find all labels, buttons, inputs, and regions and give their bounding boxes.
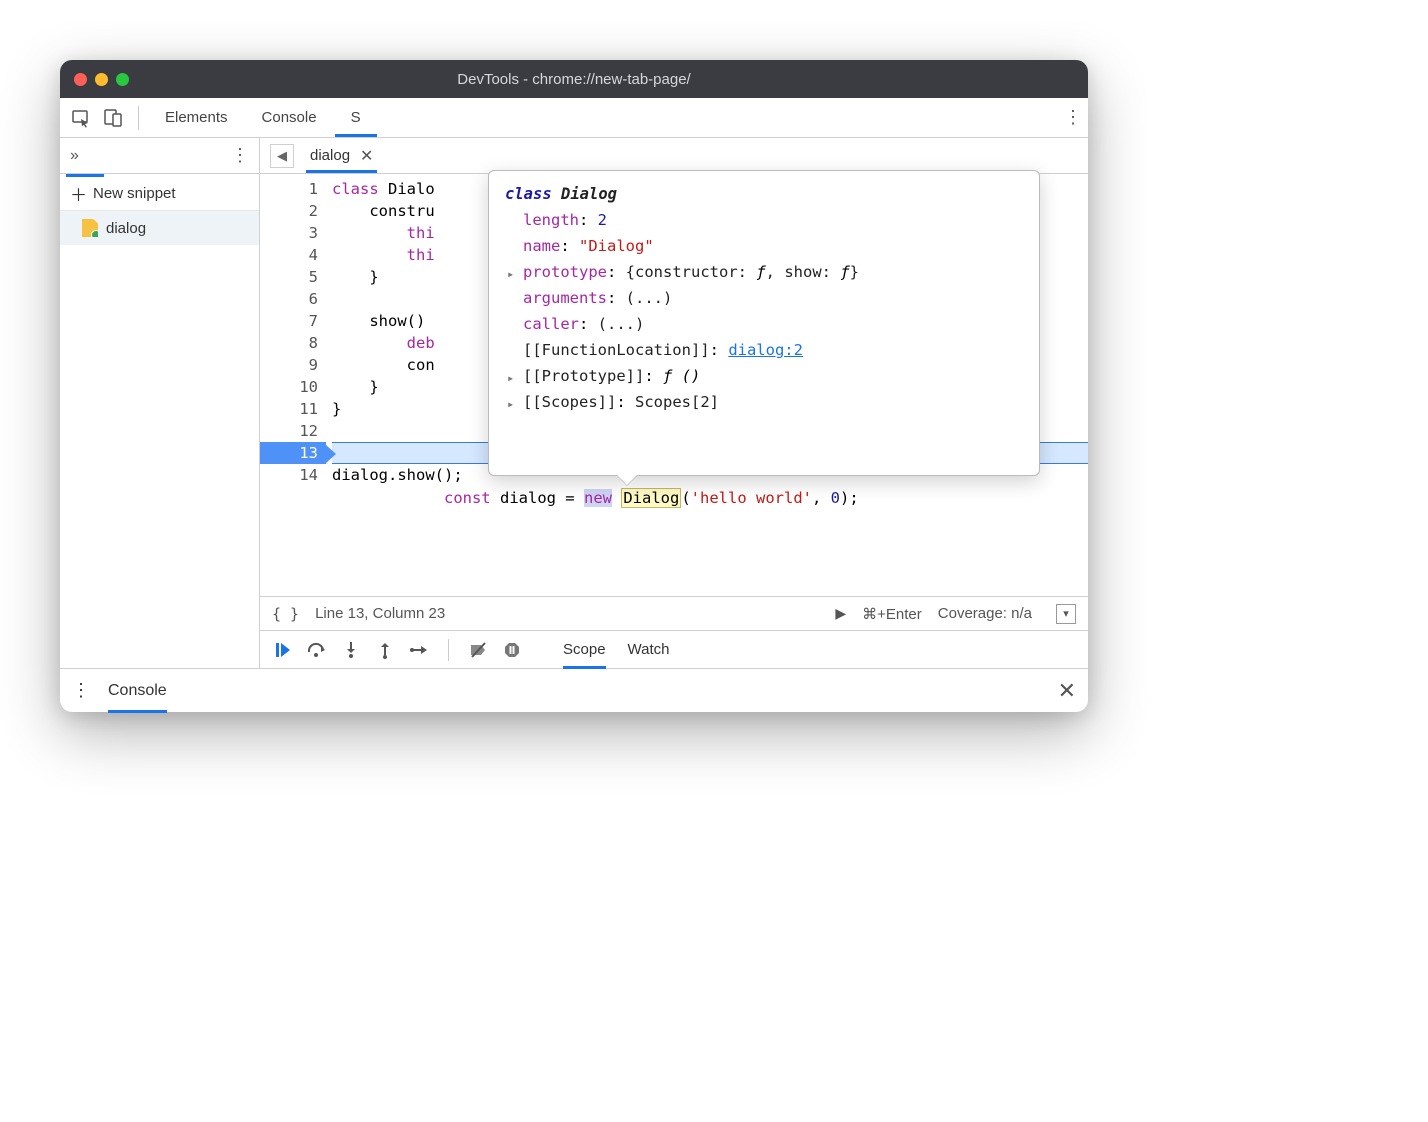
debugger-toolbar: Scope Watch [260,630,1088,668]
sidebar: » ⋮ ＋ New snippet dialog [60,138,260,668]
popover-row-expandable[interactable]: [[Scopes]]: Scopes[2] [505,389,1023,415]
editor-status-bar: { } Line 13, Column 23 ▶ ⌘+Enter Coverag… [260,596,1088,630]
file-tab-label: dialog [310,147,350,164]
chevron-expand-icon[interactable]: » [70,147,79,165]
object-preview-popover: class Dialog length: 2 name: "Dialog" pr… [488,170,1040,476]
pause-on-exceptions-icon[interactable] [501,639,523,661]
popover-row[interactable]: caller: (...) [505,311,1023,337]
close-drawer-icon[interactable]: ✕ [1058,678,1076,704]
device-toggle-icon[interactable] [98,103,128,133]
hovered-token[interactable]: Dialog [621,488,681,508]
step-into-icon[interactable] [340,639,362,661]
step-out-icon[interactable] [374,639,396,661]
close-tab-icon[interactable]: ✕ [360,146,373,166]
step-icon[interactable] [408,639,430,661]
tab-sources[interactable]: S [335,98,377,137]
devtools-window: DevTools - chrome://new-tab-page/ Elemen… [60,60,1088,712]
sidebar-menu-icon[interactable]: ⋮ [231,145,249,166]
drawer-menu-icon[interactable]: ⋮ [72,680,90,701]
main-area: » ⋮ ＋ New snippet dialog ◀ dialog ✕ [60,138,1088,668]
nav-back-icon[interactable]: ◀ [270,144,294,168]
new-snippet-button[interactable]: ＋ New snippet [60,177,259,211]
popover-row[interactable]: arguments: (...) [505,285,1023,311]
step-over-icon[interactable] [306,639,328,661]
snippet-file-icon [82,219,98,237]
run-shortcut-hint: ⌘+Enter [862,605,922,623]
popover-row[interactable]: name: "Dialog" [505,233,1023,259]
drawer-tab-console[interactable]: Console [108,669,167,713]
divider [138,106,139,130]
new-snippet-label: New snippet [93,185,176,202]
editor-tabs: ◀ dialog ✕ [260,138,1088,174]
function-location-link[interactable]: dialog:2 [728,341,803,359]
file-tab-dialog[interactable]: dialog ✕ [306,138,377,173]
deactivate-breakpoints-icon[interactable] [467,639,489,661]
popover-row[interactable]: length: 2 [505,207,1023,233]
cursor-position: Line 13, Column 23 [315,605,445,622]
plus-icon: ＋ [70,181,87,206]
run-snippet-icon[interactable]: ▶ [835,605,846,622]
popover-row-expandable[interactable]: prototype: {constructor: ƒ, show: ƒ} [505,259,1023,285]
line-gutter: 1 2 3 4 5 6 7 8 9 10 11 12 13 14 [260,174,326,596]
popover-row-expandable[interactable]: [[Prototype]]: ƒ () [505,363,1023,389]
coverage-toggle-icon[interactable]: ▾ [1056,604,1076,624]
window-title: DevTools - chrome://new-tab-page/ [60,71,1088,88]
titlebar: DevTools - chrome://new-tab-page/ [60,60,1088,98]
execution-pointer-icon [326,445,336,463]
console-drawer: ⋮ Console ✕ [60,668,1088,712]
divider [448,639,449,661]
popover-row[interactable]: [[FunctionLocation]]: dialog:2 [505,337,1023,363]
debugger-tabs: Scope Watch [545,631,688,669]
tab-console[interactable]: Console [246,98,333,137]
resume-icon[interactable] [272,639,294,661]
kebab-menu-icon[interactable]: ⋮ [1064,107,1082,128]
sidebar-tabs: » ⋮ [60,138,259,174]
inspect-icon[interactable] [66,103,96,133]
main-tabs: Elements Console S ⋮ [60,98,1088,138]
snippet-list-item[interactable]: dialog [60,211,259,245]
pretty-print-icon[interactable]: { } [272,605,299,623]
tab-elements[interactable]: Elements [149,98,244,137]
snippet-name: dialog [106,220,146,237]
popover-header: class Dialog [505,181,1023,207]
tab-watch[interactable]: Watch [628,631,670,669]
coverage-label: Coverage: n/a [938,605,1032,622]
tab-scope[interactable]: Scope [563,631,606,669]
